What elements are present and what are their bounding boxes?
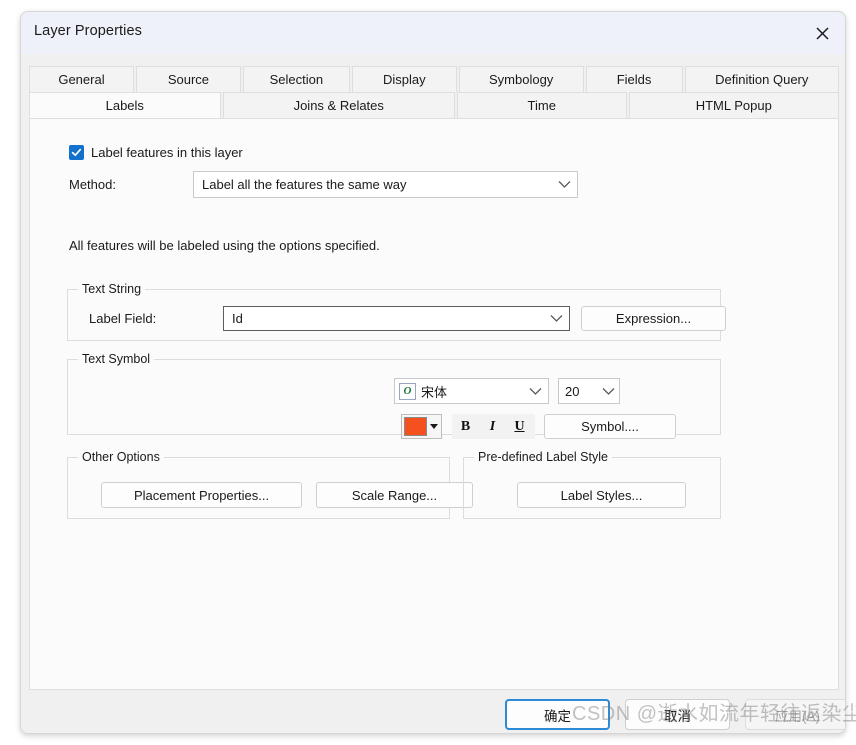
tab-label: Joins & Relates — [293, 98, 384, 113]
tab-label: Display — [382, 72, 426, 87]
font-family-dropdown[interactable]: O 宋体 — [394, 378, 549, 404]
chevron-down-icon — [551, 180, 577, 189]
title-bar: Layer Properties — [21, 12, 845, 54]
tab-selection[interactable]: Selection — [242, 66, 350, 92]
tab-fields[interactable]: Fields — [585, 66, 683, 92]
tab-label: Symbology — [489, 72, 554, 87]
tab-label: Labels — [105, 97, 144, 113]
text-string-group: Text String Label Field: Id Expression..… — [67, 282, 726, 341]
underline-button[interactable]: U — [506, 414, 533, 439]
chevron-down-icon — [522, 387, 548, 396]
opentype-font-icon: O — [399, 382, 416, 400]
page-title: Layer Properties — [34, 23, 142, 39]
italic-button[interactable]: I — [479, 414, 506, 439]
label-field-dropdown[interactable]: Id — [223, 306, 570, 331]
dialog-footer: 确定 取消 应用(A) — [21, 690, 845, 733]
method-dropdown[interactable]: Label all the features the same way — [193, 171, 578, 198]
tab-strip-row1: General Source Selection Display Symbology Fi… — [29, 66, 839, 92]
symbol-button[interactable]: Symbol.... — [544, 414, 676, 439]
tab-label: Selection — [269, 72, 324, 87]
font-style-toolbar: B I U — [452, 414, 535, 439]
opentype-font-icon-glyph: O — [403, 384, 412, 397]
checkbox-checked-icon — [69, 145, 84, 160]
labels-tab-panel: Label features in this layer Method: Lab… — [29, 118, 839, 690]
label-styles-button[interactable]: Label Styles... — [517, 482, 686, 508]
color-swatch — [404, 417, 427, 436]
description-text: All features will be labeled using the o… — [69, 238, 380, 253]
tab-label: Source — [167, 72, 210, 87]
expression-button[interactable]: Expression... — [581, 306, 726, 331]
tab-html-popup[interactable]: HTML Popup — [628, 92, 839, 118]
layer-properties-dialog: Layer Properties General Source Selection D… — [20, 11, 846, 734]
close-button[interactable] — [799, 12, 845, 54]
tab-definition-query[interactable]: Definition Query — [684, 66, 839, 92]
predefined-label-style-group-title: Pre-defined Label Style — [474, 450, 612, 464]
text-symbol-group: Text Symbol O 宋体 20 B I U Symbol.... — [67, 352, 721, 439]
font-family-dropdown-value: 宋体 — [421, 384, 448, 400]
placement-properties-button[interactable]: Placement Properties... — [101, 482, 302, 508]
tab-general[interactable]: General — [29, 66, 134, 92]
tab-label: Time — [527, 98, 556, 113]
bold-button[interactable]: B — [452, 414, 479, 439]
chevron-down-icon — [543, 314, 569, 323]
method-label: Method: — [69, 177, 116, 192]
text-symbol-group-title: Text Symbol — [78, 352, 155, 366]
scale-range-button[interactable]: Scale Range... — [316, 482, 473, 508]
tab-strip-row2: Labels Joins & Relates Time HTML Popup — [29, 92, 839, 118]
close-icon — [815, 26, 830, 41]
label-field-label: Label Field: — [89, 311, 157, 326]
text-string-group-title: Text String — [78, 282, 146, 296]
tab-label: General — [58, 72, 105, 87]
tab-label: Definition Query — [715, 72, 809, 87]
tab-time[interactable]: Time — [456, 92, 627, 118]
other-options-group-title: Other Options — [78, 450, 164, 464]
tab-label: Fields — [616, 72, 652, 87]
tab-source[interactable]: Source — [135, 66, 241, 92]
predefined-label-style-group: Pre-defined Label Style Label Styles... — [463, 450, 721, 519]
other-options-group: Other Options Placement Properties... Sc… — [67, 450, 473, 519]
ok-button[interactable]: 确定 — [505, 699, 610, 730]
method-dropdown-value: Label all the features the same way — [202, 177, 407, 192]
font-size-dropdown-value: 20 — [565, 383, 580, 399]
chevron-down-icon — [427, 424, 441, 429]
label-features-checkbox-label: Label features in this layer — [91, 145, 243, 160]
tab-symbology[interactable]: Symbology — [458, 66, 584, 92]
text-color-picker[interactable] — [401, 414, 442, 439]
label-features-checkbox[interactable]: Label features in this layer — [69, 145, 243, 160]
tab-labels[interactable]: Labels — [29, 92, 221, 118]
font-size-dropdown[interactable]: 20 — [558, 378, 620, 404]
cancel-button[interactable]: 取消 — [625, 699, 730, 730]
apply-button: 应用(A) — [745, 699, 845, 730]
tab-joins-relates[interactable]: Joins & Relates — [222, 92, 455, 118]
chevron-down-icon — [597, 387, 619, 396]
label-field-dropdown-value: Id — [232, 311, 243, 326]
tab-label: HTML Popup — [695, 98, 772, 113]
tab-display[interactable]: Display — [351, 66, 457, 92]
